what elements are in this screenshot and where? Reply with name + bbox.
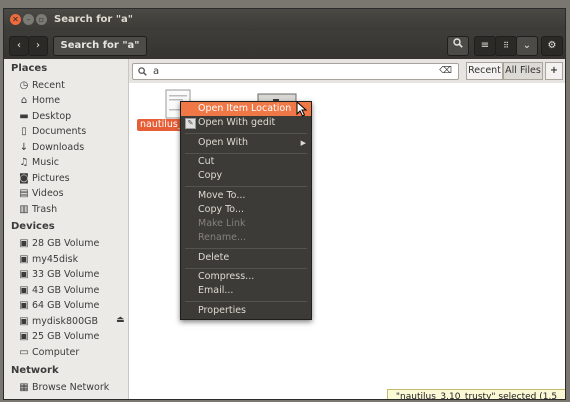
- sidebar-item-43gb-volume[interactable]: ▣ 43 GB Volume: [18, 284, 126, 298]
- download-icon: ↓: [19, 142, 29, 153]
- back-button[interactable]: ‹: [9, 36, 29, 56]
- menu-item-move-to[interactable]: Move To...: [181, 189, 311, 203]
- sidebar-item-documents[interactable]: ▯ Documents: [18, 125, 126, 139]
- search-input[interactable]: a ⌫: [132, 63, 459, 80]
- sidebar-item-25gb-volume[interactable]: ▣ 25 GB Volume: [18, 330, 126, 344]
- trash-icon: ▥: [19, 204, 29, 215]
- menu-separator: [185, 301, 307, 302]
- menu-item-make-link: Make Link: [198, 218, 246, 229]
- search-button[interactable]: [447, 36, 469, 56]
- document-icon: ▯: [21, 126, 27, 137]
- title-bar: ✕ – ▫ Search for "a": [4, 9, 565, 31]
- film-icon: ▤: [19, 188, 29, 199]
- sidebar-item-music[interactable]: ♫ Music: [18, 156, 126, 170]
- drive-icon: ▣: [19, 316, 29, 327]
- menu-item-rename: Rename...: [198, 232, 247, 243]
- sidebar-item-home[interactable]: ⌂ Home: [18, 94, 126, 108]
- menu-separator: [185, 133, 307, 134]
- list-view-button[interactable]: ≡: [474, 36, 496, 56]
- drive-icon: ▣: [19, 331, 29, 342]
- scope-all-files-button[interactable]: All Files: [503, 62, 543, 80]
- drive-icon: ▣: [19, 269, 29, 280]
- menu-item-cut[interactable]: Cut: [181, 155, 311, 169]
- sidebar-item-downloads[interactable]: ↓ Downloads: [18, 141, 126, 155]
- music-icon: ♫: [19, 157, 29, 168]
- chevron-down-icon: ⌄: [522, 40, 532, 51]
- clock-icon: ◷: [19, 80, 29, 91]
- submenu-arrow-icon: ▶: [300, 139, 306, 147]
- sidebar-item-browse-network[interactable]: ▦ Browse Network: [18, 381, 126, 395]
- devices-header: Devices: [11, 221, 55, 232]
- search-icon: [453, 38, 463, 48]
- forward-button[interactable]: ›: [28, 36, 48, 56]
- sidebar-item-64gb-volume[interactable]: ▣ 64 GB Volume: [18, 299, 126, 313]
- eject-icon[interactable]: ⏏: [116, 315, 125, 325]
- sidebar-item-desktop[interactable]: ▬ Desktop: [18, 110, 126, 124]
- menu-separator: [185, 153, 307, 154]
- menu-item-copy-to[interactable]: Copy To...: [181, 203, 311, 217]
- sidebar-item-33gb-volume[interactable]: ▣ 33 GB Volume: [18, 268, 126, 282]
- network-icon: ▦: [19, 382, 29, 393]
- home-icon: ⌂: [20, 95, 28, 106]
- sidebar-item-my45disk[interactable]: ▣ my45disk: [18, 253, 126, 267]
- drive-icon: ▣: [19, 238, 29, 249]
- list-icon: ≡: [480, 40, 490, 51]
- menu-separator: [185, 186, 307, 187]
- drive-icon: ▣: [19, 254, 29, 265]
- sidebar-item-trash[interactable]: ▥ Trash: [18, 203, 126, 217]
- drive-icon: ▣: [19, 300, 29, 311]
- menu-item-copy[interactable]: Copy: [181, 169, 311, 183]
- camera-icon: ◙: [19, 173, 29, 184]
- maximize-icon[interactable]: ▫: [36, 14, 47, 25]
- clear-icon[interactable]: ⌫: [439, 64, 452, 79]
- sidebar-item-28gb-volume[interactable]: ▣ 28 GB Volume: [18, 237, 126, 251]
- menu-separator: [185, 268, 307, 269]
- sidebar-item-pictures[interactable]: ◙ Pictures: [18, 172, 126, 186]
- menu-separator: [185, 248, 307, 249]
- places-header: Places: [11, 63, 48, 74]
- sidebar-item-computer[interactable]: ▭ Computer: [18, 346, 126, 360]
- menu-item-email[interactable]: Email...: [181, 284, 311, 298]
- menu-item-open-with-gedit[interactable]: ✎ Open With gedit: [181, 116, 311, 130]
- window-title: Search for "a": [54, 14, 133, 25]
- menu-item-open-with[interactable]: Open With ▶: [181, 136, 311, 150]
- toolbar: ‹ › Search for "a" ≡ ⠿ ⌄ ⚙: [4, 31, 565, 59]
- close-icon[interactable]: ✕: [10, 14, 21, 25]
- menu-item-delete[interactable]: Delete: [181, 251, 311, 265]
- breadcrumb[interactable]: Search for "a": [53, 36, 147, 56]
- settings-button[interactable]: ⚙: [541, 36, 563, 56]
- network-header: Network: [11, 365, 59, 376]
- sidebar-item-videos[interactable]: ▤ Videos: [18, 187, 126, 201]
- sidebar-item-mydisk800gb[interactable]: ▣ mydisk800GB: [18, 315, 126, 329]
- drive-icon: ▣: [19, 285, 29, 296]
- gedit-icon: ✎: [185, 118, 196, 129]
- grid-view-button[interactable]: ⠿: [495, 36, 517, 56]
- chevron-right-icon: ›: [36, 40, 40, 51]
- search-icon: [138, 67, 147, 76]
- menu-item-compress[interactable]: Compress...: [181, 270, 311, 284]
- scope-recent-button[interactable]: Recent: [466, 62, 503, 80]
- chevron-left-icon: ‹: [17, 40, 21, 51]
- add-search-criteria-button[interactable]: +: [545, 62, 563, 80]
- sidebar: Places ◷ Recent ⌂ Home ▬ Desktop ▯ Documents…: [4, 59, 129, 399]
- gear-icon: ⚙: [547, 40, 557, 51]
- search-value: a: [153, 66, 160, 77]
- computer-icon: ▭: [19, 347, 29, 358]
- folder-icon: ▬: [19, 111, 29, 122]
- menu-item-open-item-location[interactable]: Open Item Location: [181, 102, 311, 116]
- search-bar: a ⌫ Recent All Files +: [129, 59, 565, 83]
- grid-icon: ⠿: [503, 41, 509, 50]
- minimize-icon[interactable]: –: [23, 14, 34, 25]
- view-options-button[interactable]: ⌄: [516, 36, 538, 56]
- mouse-cursor-icon: [296, 101, 308, 117]
- context-menu: Open Item Location ✎ Open With gedit Ope…: [180, 101, 312, 320]
- menu-item-properties[interactable]: Properties: [181, 304, 311, 318]
- sidebar-item-recent[interactable]: ◷ Recent: [18, 79, 126, 93]
- status-badge: "nautilus_3.10_trusty" selected (1.5 kB): [387, 389, 565, 399]
